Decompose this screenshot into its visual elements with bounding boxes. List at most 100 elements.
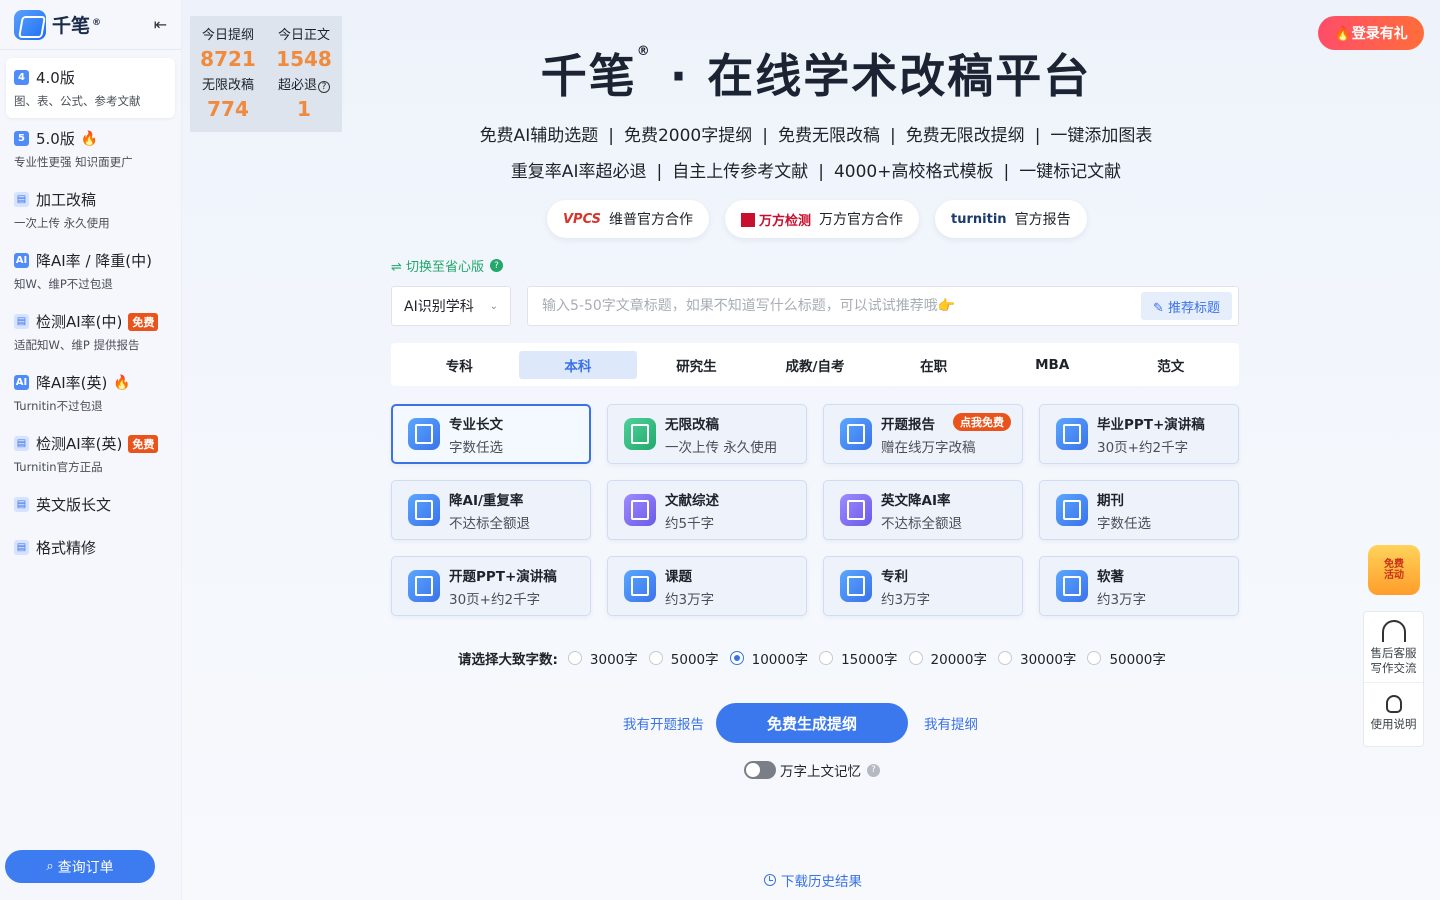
sidebar-item-label: 4.0版 — [36, 69, 75, 87]
query-order-button[interactable]: ⌕ 查询订单 — [5, 850, 155, 883]
tab-level-1[interactable]: 本科 — [518, 350, 638, 379]
sidebar-item-8[interactable]: ▤ 格式精修 — [6, 528, 175, 567]
word-count-option-3[interactable]: 15000字 — [819, 648, 898, 668]
tab-level-6[interactable]: 范文 — [1111, 351, 1230, 379]
feature-separator: | — [656, 162, 663, 182]
sidebar-item-7[interactable]: ▤ 英文版长文 — [6, 485, 175, 524]
document-icon — [624, 570, 656, 602]
generate-outline-button[interactable]: 免费生成提纲 — [716, 703, 908, 743]
sidebar-item-sub: 图、表、公式、参考文献 — [14, 94, 141, 108]
have-outline-link[interactable]: 我有提纲 — [924, 713, 978, 733]
tab-level-4[interactable]: 在职 — [874, 351, 993, 379]
floating-side-panel: 售后客服 写作交流 使用说明 — [1363, 611, 1424, 747]
download-history-link[interactable]: 下载历史结果 — [764, 870, 862, 890]
have-proposal-link[interactable]: 我有开题报告 — [623, 713, 704, 733]
sidebar-item-sub: 专业性更强 知识面更广 — [14, 155, 133, 169]
radio-button[interactable] — [997, 651, 1012, 665]
document-icon — [624, 494, 656, 526]
type-card-1[interactable]: 无限改稿一次上传 永久使用 — [607, 404, 807, 464]
word-count-option-1[interactable]: 5000字 — [648, 648, 719, 668]
feature-line-1: 免费AI辅助选题 | 免费2000字提纲 | 免费无限改稿 | 免费无限改提纲 | 一键添加图表 — [182, 121, 1440, 146]
tab-level-0[interactable]: 专科 — [400, 351, 519, 379]
type-card-9[interactable]: 课题 约3万字 — [607, 556, 807, 616]
type-card-7[interactable]: 期刊 字数任选 — [1039, 480, 1239, 540]
help-icon[interactable]: ? — [867, 763, 880, 777]
type-desc: 赠在线万字改稿 — [881, 439, 976, 456]
type-card-5[interactable]: 文献综述 约5千字 — [607, 480, 807, 540]
word-count-option-4[interactable]: 20000字 — [908, 648, 987, 668]
word-count-option-6[interactable]: 50000字 — [1087, 648, 1166, 668]
free-tag: 免费 — [128, 434, 159, 453]
sidebar-item-0[interactable]: 4 4.0版图、表、公式、参考文献 — [6, 58, 175, 118]
sidebar-nav: 4 4.0版图、表、公式、参考文献 5 5.0版 🔥 专业性更强 知识面更广 ▤ 加工改稿 一次… — [0, 50, 181, 567]
sidebar-item-sub: 知W、维P不过包退 — [14, 277, 113, 291]
memory-toggle-row: 万字上文记忆 ? — [744, 760, 880, 780]
type-card-6[interactable]: 英文降AI率 不达标全额退 — [823, 480, 1023, 540]
nav-item-icon: 4 — [14, 70, 29, 85]
memory-toggle[interactable] — [744, 761, 776, 779]
radio-button[interactable] — [819, 651, 834, 665]
type-desc: 约3万字 — [881, 591, 931, 608]
help-icon[interactable]: ? — [490, 259, 504, 272]
nav-item-icon: AI — [14, 375, 29, 390]
word-count-option-2[interactable]: 10000字 — [729, 648, 808, 668]
lightbulb-icon — [1385, 695, 1402, 713]
radio-button[interactable] — [729, 651, 744, 665]
nav-item-icon: ▤ — [14, 436, 29, 451]
guide-button[interactable]: 使用说明 — [1364, 682, 1423, 732]
free-activity-badge[interactable]: 免费活动 — [1368, 545, 1420, 595]
feature-line-2: 重复率AI率超必退 | 自主上传参考文献 | 4000+高校格式模板 | 一键标记文献 — [182, 157, 1440, 182]
type-card-4[interactable]: 降AI/重复率 不达标全额退 — [391, 480, 591, 540]
document-icon — [408, 570, 440, 602]
title-input[interactable] — [542, 298, 1141, 314]
type-name: 毕业PPT+演讲稿 — [1097, 416, 1205, 433]
type-desc: 一次上传 永久使用 — [665, 439, 778, 456]
sidebar-item-sub: Turnitin不过包退 — [14, 399, 103, 413]
support-button[interactable]: 售后客服 写作交流 — [1371, 612, 1417, 676]
sidebar-item-sub: 适配知W、维P 提供报告 — [14, 338, 140, 352]
free-badge: 点我免费 — [953, 413, 1011, 431]
feature-separator: | — [608, 126, 614, 146]
sidebar-item-1[interactable]: 5 5.0版 🔥 专业性更强 知识面更广 — [6, 119, 175, 179]
type-name: 软著 — [1097, 568, 1124, 585]
sidebar-item-4[interactable]: ▤ 检测AI率(中) 免费 适配知W、维P 提供报告 — [6, 302, 175, 362]
type-card-3[interactable]: 毕业PPT+演讲稿 30页+约2千字 — [1039, 404, 1239, 464]
sidebar-item-5[interactable]: AI 降AI率(英) 🔥 Turnitin不过包退 — [6, 363, 175, 423]
radio-button[interactable] — [648, 651, 663, 665]
switch-mode-link[interactable]: ⇌ 切换至省心版? — [391, 256, 504, 275]
radio-button[interactable] — [1087, 651, 1102, 665]
feature-separator: | — [1034, 126, 1041, 146]
sidebar-item-6[interactable]: ▤ 检测AI率(英) 免费 Turnitin官方正品 — [6, 424, 175, 484]
recommend-title-button[interactable]: ✎ 推荐标题 — [1140, 292, 1232, 320]
type-desc: 30页+约2千字 — [1097, 439, 1189, 456]
document-icon — [408, 418, 440, 450]
document-icon — [408, 494, 440, 526]
feature-separator: | — [889, 126, 896, 146]
feature-item: 免费2000字提纲 — [623, 126, 753, 146]
word-count-label: 请选择大致字数: — [458, 652, 558, 668]
type-card-8[interactable]: 开题PPT+演讲稿 30页+约2千字 — [391, 556, 591, 616]
clock-icon — [764, 874, 776, 886]
feature-item: 一键添加图表 — [1050, 126, 1153, 146]
type-card-11[interactable]: 软著 约3万字 — [1039, 556, 1239, 616]
subject-select[interactable]: AI识别学科 ⌄ — [391, 286, 511, 326]
type-card-10[interactable]: 专利 约3万字 — [823, 556, 1023, 616]
feature-item: 一键标记文献 — [1019, 162, 1122, 182]
type-name: 无限改稿 — [665, 416, 719, 433]
radio-button[interactable] — [567, 651, 582, 665]
collapse-sidebar-icon[interactable]: ⇤ — [154, 15, 167, 34]
tab-level-5[interactable]: MBA — [993, 351, 1112, 379]
tab-level-3[interactable]: 成教/自考 — [756, 351, 875, 379]
type-name: 降AI/重复率 — [449, 492, 524, 509]
word-count-option-5[interactable]: 30000字 — [997, 648, 1076, 668]
word-count-option-0[interactable]: 3000字 — [567, 648, 638, 668]
type-desc: 字数任选 — [449, 439, 503, 456]
sidebar-item-3[interactable]: AI 降AI率 / 降重(中) 知W、维P不过包退 — [6, 241, 175, 301]
sidebar-item-2[interactable]: ▤ 加工改稿 一次上传 永久使用 — [6, 180, 175, 240]
nav-item-icon: AI — [14, 253, 29, 268]
radio-button[interactable] — [908, 651, 923, 665]
type-card-0[interactable]: 专业长文 字数任选 — [391, 404, 591, 464]
paper-type-grid: 专业长文 字数任选 无限改稿 一次上传 永久使用 开题报告 赠在线万字改稿 点我免费 毕业PP… — [391, 404, 1239, 616]
tab-level-2[interactable]: 研究生 — [637, 351, 756, 379]
type-card-2[interactable]: 开题报告 赠在线万字改稿 点我免费 — [823, 404, 1023, 464]
